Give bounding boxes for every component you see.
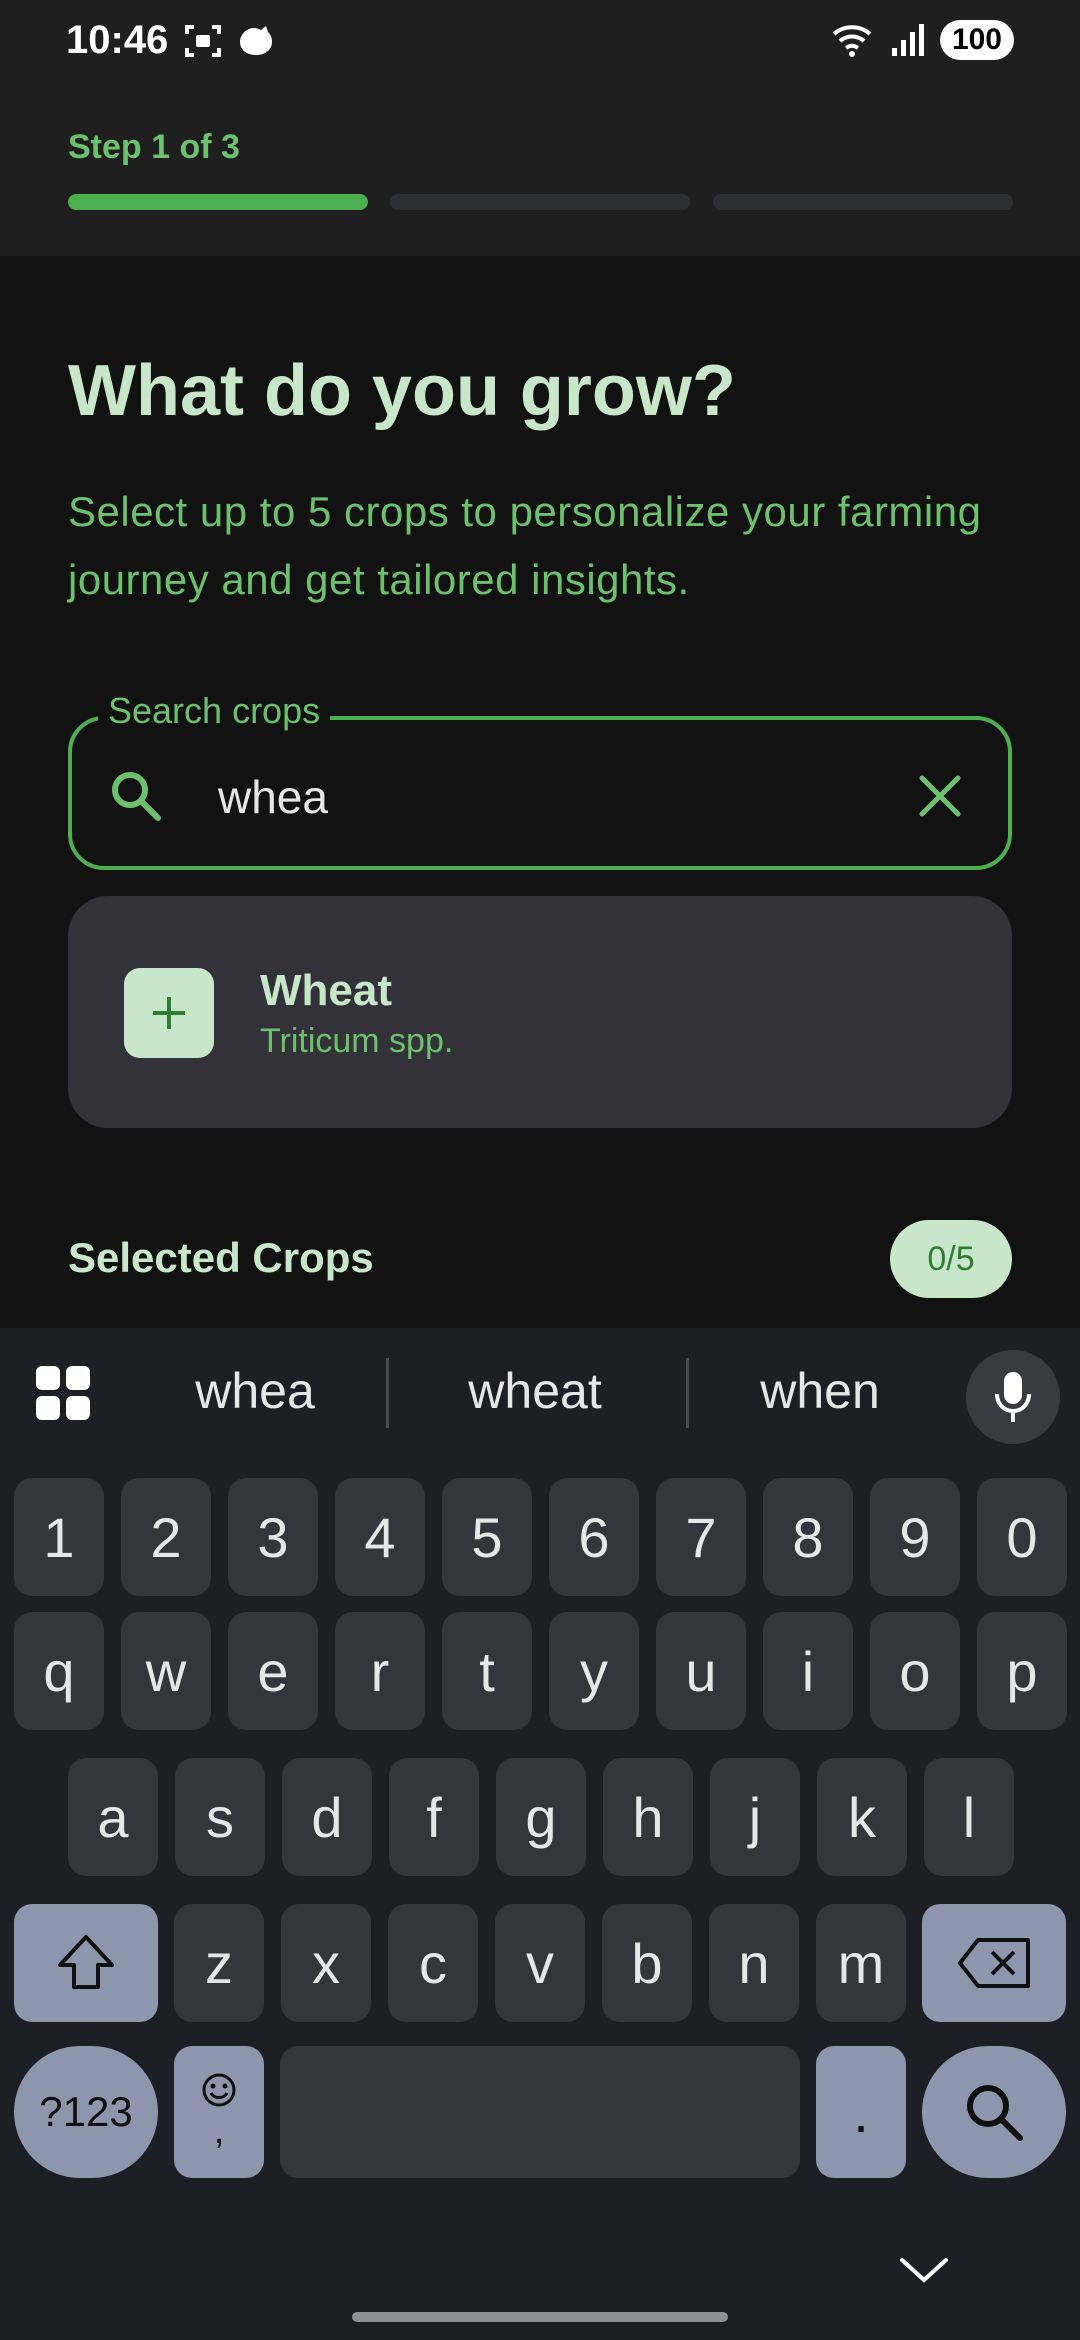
home-indicator[interactable] xyxy=(352,2312,728,2322)
plus-icon xyxy=(153,997,185,1029)
number-key[interactable]: 2 xyxy=(121,1478,211,1596)
progress-segment xyxy=(713,194,1013,210)
letter-key[interactable]: s xyxy=(175,1758,265,1876)
symbols-key[interactable]: ?123 xyxy=(14,2046,158,2178)
close-icon[interactable] xyxy=(916,772,964,820)
status-time: 10:46 xyxy=(66,18,169,62)
backspace-icon xyxy=(958,1938,1030,1988)
crop-name: Wheat xyxy=(260,966,392,1015)
selected-crops-heading: Selected Crops xyxy=(68,1234,374,1281)
search-input[interactable]: whea xyxy=(218,770,328,824)
letter-key[interactable]: b xyxy=(602,1904,692,2022)
letter-key[interactable]: v xyxy=(495,1904,585,2022)
onboarding-header: Step 1 of 3 xyxy=(0,90,1080,256)
suggestion-1[interactable]: whea xyxy=(160,1362,350,1420)
period-key[interactable]: . xyxy=(816,2046,906,2178)
letter-key[interactable]: y xyxy=(549,1612,639,1730)
crop-result-item[interactable]: Wheat Triticum spp. xyxy=(68,896,1012,1128)
comma-label: , xyxy=(213,2107,225,2152)
signal-icon xyxy=(891,24,924,56)
letter-key[interactable]: q xyxy=(14,1612,104,1730)
selected-count-badge: 0/5 xyxy=(890,1220,1012,1298)
letter-key[interactable]: i xyxy=(763,1612,853,1730)
chevron-down-icon[interactable] xyxy=(896,2250,952,2290)
apps-grid-icon[interactable] xyxy=(34,1364,92,1422)
emoji-comma-key[interactable]: , xyxy=(174,2046,264,2178)
letter-key[interactable]: o xyxy=(870,1612,960,1730)
suggestion-divider xyxy=(386,1358,389,1428)
number-key[interactable]: 0 xyxy=(977,1478,1067,1596)
suggestion-2[interactable]: wheat xyxy=(440,1362,630,1420)
microphone-icon xyxy=(995,1372,1031,1422)
wifi-icon xyxy=(832,25,872,57)
shift-key[interactable] xyxy=(14,1904,158,2022)
number-key[interactable]: 6 xyxy=(549,1478,639,1596)
number-key[interactable]: 7 xyxy=(656,1478,746,1596)
search-icon xyxy=(112,772,161,821)
shift-icon xyxy=(58,1935,114,1989)
status-notification-icons xyxy=(184,22,274,60)
letter-key[interactable]: m xyxy=(816,1904,906,2022)
number-key[interactable]: 3 xyxy=(228,1478,318,1596)
letter-key[interactable]: u xyxy=(656,1612,746,1730)
letter-key[interactable]: h xyxy=(603,1758,693,1876)
letter-key[interactable]: e xyxy=(228,1612,318,1730)
letter-key[interactable]: k xyxy=(817,1758,907,1876)
crop-scientific-name: Triticum spp. xyxy=(260,1022,454,1060)
letter-key[interactable]: a xyxy=(68,1758,158,1876)
backspace-key[interactable] xyxy=(922,1904,1066,2022)
number-key[interactable]: 4 xyxy=(335,1478,425,1596)
page-subtitle: Select up to 5 crops to personalize your… xyxy=(68,488,982,603)
letter-key[interactable]: n xyxy=(709,1904,799,2022)
progress-segment-active xyxy=(68,194,368,210)
battery-indicator: 100 xyxy=(939,20,1014,60)
letter-key[interactable]: g xyxy=(496,1758,586,1876)
screenshot-icon xyxy=(185,25,221,57)
voice-input-button[interactable] xyxy=(966,1350,1060,1444)
status-bar: 10:46 100 xyxy=(0,0,1080,90)
letter-key[interactable]: j xyxy=(710,1758,800,1876)
letter-key[interactable]: w xyxy=(121,1612,211,1730)
add-crop-button[interactable] xyxy=(124,968,214,1058)
search-crops-field[interactable]: Search crops whea xyxy=(68,690,1012,870)
letter-key[interactable]: l xyxy=(924,1758,1014,1876)
step-label: Step 1 of 3 xyxy=(68,128,240,166)
search-icon xyxy=(967,2085,1023,2141)
search-key[interactable] xyxy=(922,2046,1066,2178)
soft-keyboard: whea wheat when 1234567890 qwertyuiop as… xyxy=(0,1328,1080,2340)
number-key[interactable]: 5 xyxy=(442,1478,532,1596)
number-key[interactable]: 8 xyxy=(763,1478,853,1596)
page-title: What do you grow? xyxy=(68,351,736,431)
letter-key[interactable]: t xyxy=(442,1612,532,1730)
suggestion-divider xyxy=(686,1358,689,1428)
search-field-label: Search crops xyxy=(98,690,331,732)
number-key[interactable]: 9 xyxy=(870,1478,960,1596)
letter-key[interactable]: r xyxy=(335,1612,425,1730)
progress-segment xyxy=(390,194,690,210)
space-bar[interactable] xyxy=(280,2046,800,2178)
letter-key[interactable]: p xyxy=(977,1612,1067,1730)
letter-key[interactable]: f xyxy=(389,1758,479,1876)
status-system-icons: 100 xyxy=(830,20,1014,60)
letter-key[interactable]: x xyxy=(281,1904,371,2022)
letter-key[interactable]: z xyxy=(174,1904,264,2022)
suggestion-bar: whea wheat when xyxy=(0,1328,1080,1460)
app-notification-icon xyxy=(240,26,272,55)
letter-key[interactable]: d xyxy=(282,1758,372,1876)
suggestion-3[interactable]: when xyxy=(725,1362,915,1420)
emoji-icon xyxy=(202,2073,236,2106)
number-key[interactable]: 1 xyxy=(14,1478,104,1596)
letter-key[interactable]: c xyxy=(388,1904,478,2022)
